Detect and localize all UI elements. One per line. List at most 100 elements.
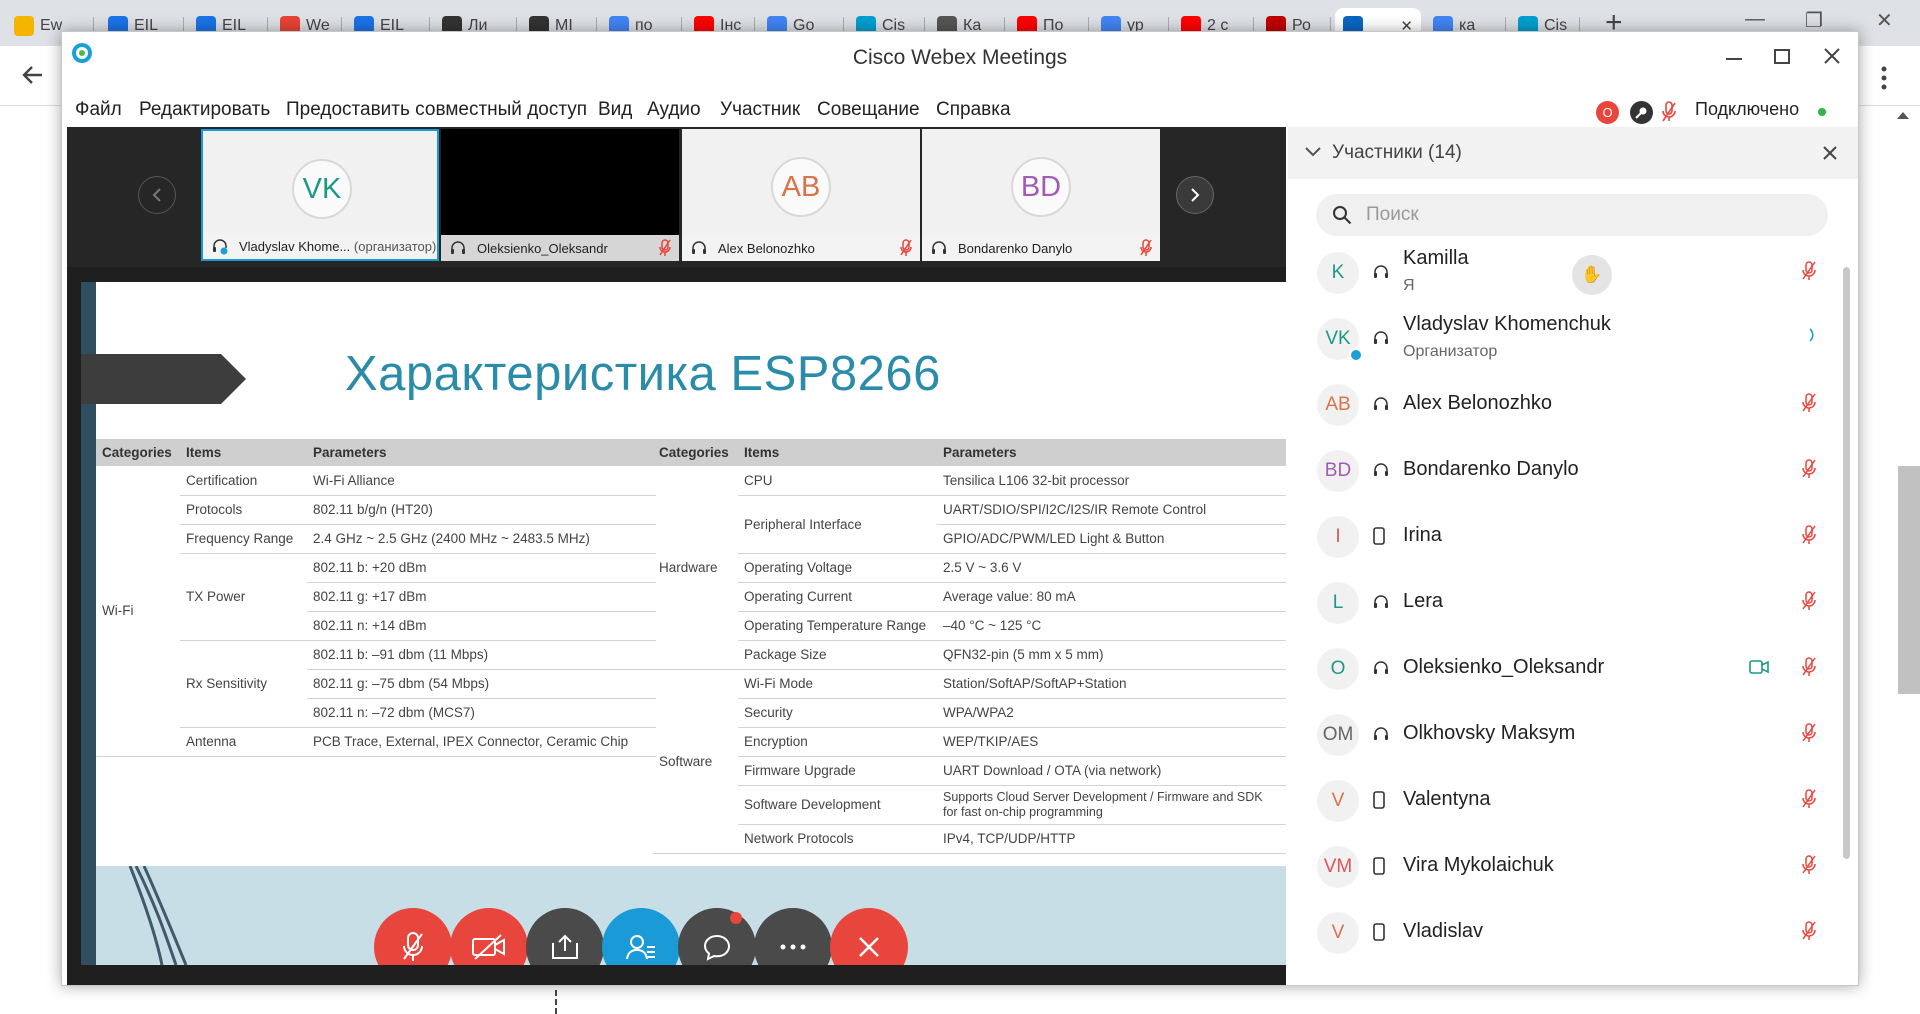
maximize-icon[interactable] xyxy=(1774,49,1790,65)
participant-row[interactable]: V Valentyna xyxy=(1288,767,1848,833)
participant-row[interactable]: L Lera xyxy=(1288,569,1848,635)
participant-avatar: I xyxy=(1317,516,1359,558)
menu-audio[interactable]: Аудио xyxy=(647,99,701,121)
participant-row[interactable]: V Vladislav xyxy=(1288,899,1848,965)
thumb-avatar: VK xyxy=(292,159,352,219)
participant-avatar: OM xyxy=(1317,714,1359,756)
menu-participant[interactable]: Участник xyxy=(720,99,800,121)
headset-icon xyxy=(1372,461,1390,479)
headset-icon xyxy=(1372,395,1390,413)
participant-row[interactable]: AB Alex Belonozhko xyxy=(1288,371,1848,437)
menu-meeting[interactable]: Совещание xyxy=(817,99,920,121)
video-on-icon xyxy=(1749,660,1769,674)
table-item: Software Development xyxy=(738,785,937,825)
thumb-avatar: AB xyxy=(771,157,831,217)
browser-menu-icon[interactable] xyxy=(1880,66,1888,90)
table-param: 802.11 n: –72 dbm (MCS7) xyxy=(307,698,656,728)
thumb-name: Bondarenko Danylo xyxy=(922,235,1160,261)
participant-row[interactable]: VM Vira Mykolaichuk xyxy=(1288,833,1848,899)
table-category: Software xyxy=(653,669,738,854)
menu-share[interactable]: Предоставить совместный доступ xyxy=(286,99,587,121)
menu-help[interactable]: Справка xyxy=(936,99,1011,121)
mic-muted-icon[interactable] xyxy=(1802,921,1816,941)
participant-row[interactable]: I Irina xyxy=(1288,503,1848,569)
thumb-video[interactable]: Oleksienko_Oleksandr xyxy=(441,129,679,261)
window-minimize-icon[interactable]: — xyxy=(1745,8,1765,31)
panel-header: Участники (14) xyxy=(1288,127,1858,179)
headset-icon xyxy=(1372,659,1390,677)
participant-name: Irina xyxy=(1403,524,1442,546)
speaking-icon[interactable] xyxy=(1808,327,1816,343)
table-header: Parameters xyxy=(307,439,656,466)
mic-muted-icon[interactable] xyxy=(1802,261,1816,281)
participant-row[interactable]: VK Vladyslav Khomenchuk Организатор xyxy=(1288,305,1848,371)
mic-muted-icon[interactable] xyxy=(1802,789,1816,809)
table-param: UART/SDIO/SPI/I2C/I2S/IR Remote Control xyxy=(937,495,1286,525)
headset-icon xyxy=(930,239,948,257)
thumb-participant[interactable]: AB Alex Belonozhko xyxy=(682,129,920,261)
table-item: Operating Current xyxy=(738,582,937,612)
mic-muted-icon[interactable] xyxy=(1802,723,1816,743)
table-item: Operating Temperature Range xyxy=(738,611,937,641)
mic-muted-icon[interactable] xyxy=(1802,459,1816,479)
shared-slide: Характеристика ESP8266 Categories Items … xyxy=(81,282,1286,965)
mic-muted-icon[interactable] xyxy=(1662,101,1676,123)
more-icon xyxy=(780,944,806,950)
mic-muted-icon[interactable] xyxy=(1802,393,1816,413)
headset-icon xyxy=(449,239,467,257)
participant-row[interactable]: K Kamilla Я ✋ xyxy=(1288,239,1848,305)
page-divider xyxy=(555,990,557,1014)
menu-file[interactable]: Файл xyxy=(75,99,122,121)
menu-edit[interactable]: Редактировать xyxy=(139,99,270,121)
participant-avatar: L xyxy=(1317,582,1359,624)
mic-muted-icon[interactable] xyxy=(1802,657,1816,677)
mic-muted-icon xyxy=(1140,239,1152,257)
participant-avatar: K xyxy=(1317,252,1359,294)
menu-view[interactable]: Вид xyxy=(598,99,632,121)
participant-role: Организатор xyxy=(1403,343,1498,360)
wifi-spec-table: Categories Items Parameters Wi-Fi Certif… xyxy=(96,439,656,757)
window-close-icon[interactable]: ✕ xyxy=(1876,8,1893,33)
table-item: Wi-Fi Mode xyxy=(738,669,937,699)
key-icon[interactable] xyxy=(1630,101,1653,124)
mic-muted-icon[interactable] xyxy=(1802,855,1816,875)
close-icon xyxy=(857,935,881,959)
prev-thumbs-icon[interactable] xyxy=(138,176,176,214)
raise-hand-icon[interactable]: ✋ xyxy=(1572,255,1612,295)
record-badge[interactable]: O xyxy=(1596,101,1619,124)
chat-unread-badge xyxy=(730,912,742,924)
tab-label: Ew xyxy=(40,17,63,34)
next-thumbs-icon[interactable] xyxy=(1176,176,1214,214)
page-scrollbar[interactable] xyxy=(1898,466,1920,694)
table-item: Certification xyxy=(180,466,307,496)
minimize-icon[interactable] xyxy=(1726,58,1742,62)
participant-row[interactable]: O Oleksienko_Oleksandr xyxy=(1288,635,1848,701)
participant-row[interactable]: BD Bondarenko Danylo xyxy=(1288,437,1848,503)
back-arrow-icon[interactable] xyxy=(20,62,46,88)
participant-row[interactable]: OM Olkhovsky Maksym xyxy=(1288,701,1848,767)
search-input[interactable]: Поиск xyxy=(1366,204,1419,226)
scroll-up-icon[interactable] xyxy=(1896,110,1910,120)
thumb-host[interactable]: VK Vladyslav Khome... (организатор) xyxy=(201,129,439,261)
participant-name: Vira Mykolaichuk xyxy=(1403,854,1554,876)
thumb-participant[interactable]: BD Bondarenko Danylo xyxy=(922,129,1160,261)
title-bar: Cisco Webex Meetings xyxy=(62,32,1858,87)
table-item: CPU xyxy=(738,466,937,496)
chevron-down-icon[interactable] xyxy=(1305,147,1321,157)
participant-search[interactable]: Поиск xyxy=(1316,194,1828,236)
table-param: WPA/WPA2 xyxy=(937,698,1286,728)
table-param: Station/SoftAP/SoftAP+Station xyxy=(937,669,1286,699)
mic-muted-icon[interactable] xyxy=(1802,525,1816,545)
close-panel-icon[interactable] xyxy=(1823,146,1837,160)
mic-muted-icon[interactable] xyxy=(1802,591,1816,611)
mic-off-icon xyxy=(401,931,425,963)
window-restore-icon[interactable]: ❐ xyxy=(1805,8,1823,33)
participant-name: Bondarenko Danylo xyxy=(1403,458,1579,480)
video-thumbnail-strip: VK Vladyslav Khome... (организатор) Olek… xyxy=(67,127,1286,267)
table-param: 802.11 g: +17 dBm xyxy=(307,582,656,612)
close-window-icon[interactable] xyxy=(1824,48,1840,64)
window-title: Cisco Webex Meetings xyxy=(852,46,1068,69)
table-item: Firmware Upgrade xyxy=(738,756,937,786)
participant-avatar: V xyxy=(1317,912,1359,954)
status-dot xyxy=(1818,108,1826,116)
